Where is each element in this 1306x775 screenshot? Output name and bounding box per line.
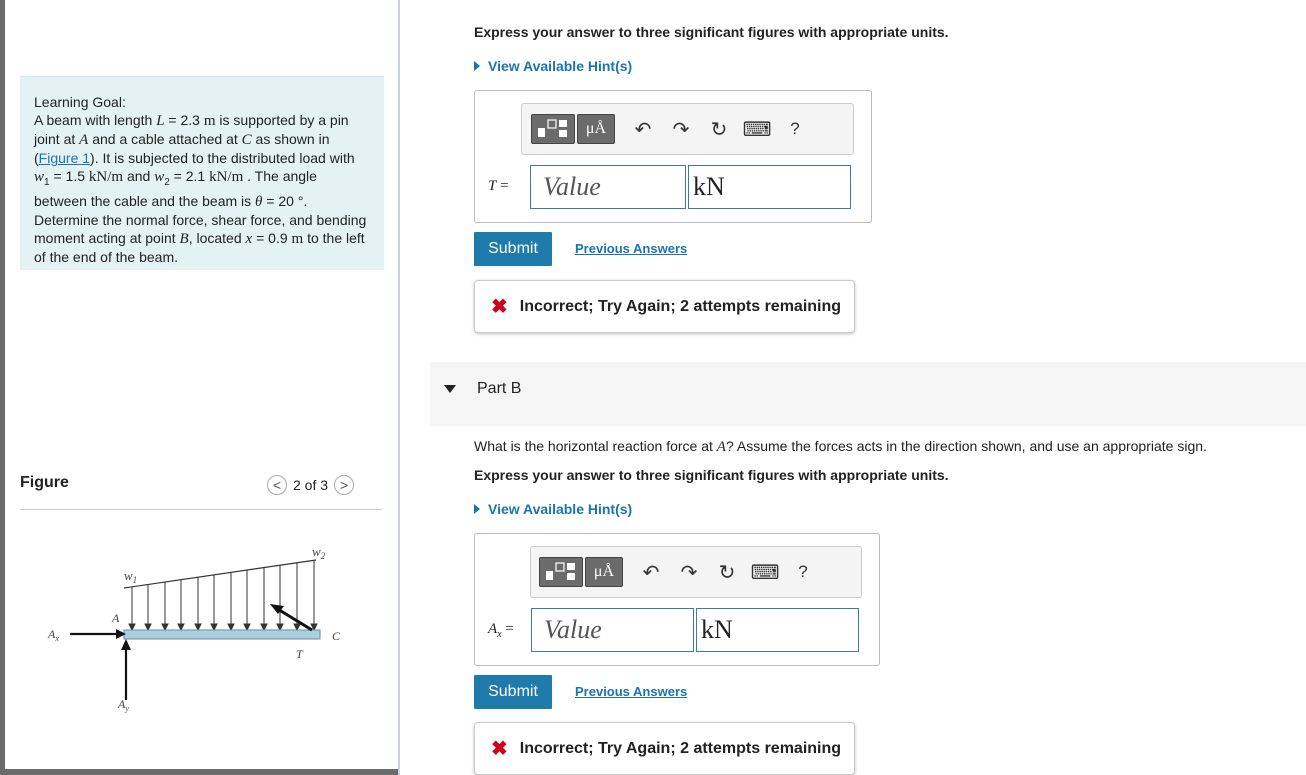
x-mark-icon: ✖: [491, 738, 508, 760]
undo-icon[interactable]: ↶: [633, 560, 669, 585]
part-b-submit-button[interactable]: Submit: [474, 675, 552, 709]
reset-icon[interactable]: ↻: [709, 560, 745, 585]
svg-text:Ax: Ax: [47, 627, 59, 643]
part-b-feedback-text: Incorrect; Try Again; 2 attempts remaini…: [519, 739, 842, 757]
part-b-previous-answers-link[interactable]: Previous Answers: [575, 684, 687, 699]
learning-goal-text: A beam with length L = 2.3 m is supporte…: [34, 112, 367, 265]
window-bottom-border: [0, 769, 400, 775]
point-a-label: A: [111, 611, 120, 625]
next-figure-button[interactable]: >: [334, 475, 355, 495]
keyboard-icon[interactable]: ⌨: [739, 117, 775, 142]
part-a-submit-button[interactable]: Submit: [474, 232, 552, 266]
part-b-hint-label: View Available Hint(s): [488, 501, 633, 517]
w2-label: w: [312, 544, 321, 559]
keyboard-icon[interactable]: ⌨: [747, 560, 783, 585]
figure-page-indicator: 2 of 3: [293, 477, 329, 493]
caret-right-icon: [474, 61, 480, 71]
units-button[interactable]: μÅ: [577, 114, 615, 144]
part-a-value-input[interactable]: Value: [530, 165, 686, 209]
part-a-math-toolbar: μÅ ↶ ↷ ↻ ⌨ ?: [521, 103, 854, 155]
reset-icon[interactable]: ↻: [701, 117, 737, 142]
prev-figure-button[interactable]: <: [267, 475, 287, 495]
redo-icon[interactable]: ↷: [663, 117, 699, 142]
beam-figure: w1 w2 A Ax Ay T C: [47, 544, 341, 713]
figure-pager: < 2 of 3 >: [267, 475, 355, 495]
part-b-title: Part B: [477, 380, 522, 397]
svg-text:Ay: Ay: [117, 697, 129, 713]
part-a-hint-toggle[interactable]: View Available Hint(s): [474, 58, 632, 74]
part-a-variable-label: T =: [488, 178, 509, 194]
part-a-previous-answers-link[interactable]: Previous Answers: [575, 241, 687, 256]
part-a-unit-input[interactable]: kN: [688, 165, 851, 209]
point-c-label: C: [332, 629, 341, 643]
caret-down-icon[interactable]: [444, 384, 456, 394]
part-b-header[interactable]: [430, 362, 1306, 426]
part-a-feedback: ✖ Incorrect; Try Again; 2 attempts remai…: [474, 280, 855, 333]
caret-right-icon: [474, 504, 480, 514]
chevron-left-icon: <: [272, 477, 282, 493]
w1-label: w: [124, 568, 133, 583]
help-button[interactable]: ?: [777, 119, 813, 139]
figure-divider: [20, 509, 382, 510]
svg-text:w1: w1: [124, 568, 137, 585]
part-b-question: What is the horizontal reaction force at…: [474, 438, 1207, 455]
pane-divider[interactable]: [398, 0, 400, 775]
part-a-feedback-text: Incorrect; Try Again; 2 attempts remaini…: [519, 297, 842, 315]
part-b-unit-input[interactable]: kN: [696, 608, 859, 652]
figure-link[interactable]: Figure 1: [39, 150, 90, 166]
part-b-math-toolbar: μÅ ↶ ↷ ↻ ⌨ ?: [530, 546, 862, 598]
learning-goal-title: Learning Goal:: [34, 94, 126, 110]
part-b-hint-toggle[interactable]: View Available Hint(s): [474, 501, 632, 517]
part-b-value-input[interactable]: Value: [531, 608, 694, 652]
x-mark-icon: ✖: [491, 296, 508, 318]
svg-text:w2: w2: [312, 544, 326, 561]
template-button[interactable]: [539, 557, 583, 587]
part-b-variable-label: Ax =: [488, 621, 514, 640]
fraction-template-icon: [538, 119, 567, 137]
chevron-right-icon: >: [339, 477, 349, 493]
part-a-instructions: Express your answer to three significant…: [474, 24, 949, 40]
fraction-template-icon: [546, 562, 575, 580]
part-b-feedback: ✖ Incorrect; Try Again; 2 attempts remai…: [474, 722, 855, 775]
undo-icon[interactable]: ↶: [625, 117, 661, 142]
redo-icon[interactable]: ↷: [671, 560, 707, 585]
tension-label: T: [296, 647, 304, 661]
units-button[interactable]: μÅ: [585, 557, 623, 587]
help-button[interactable]: ?: [785, 562, 821, 582]
learning-goal-panel: Learning Goal: A beam with length L = 2.…: [20, 76, 384, 270]
part-b-instructions: Express your answer to three significant…: [474, 467, 949, 483]
figure-heading: Figure: [20, 474, 69, 491]
window-left-border: [0, 0, 5, 775]
template-button[interactable]: [531, 114, 575, 144]
part-a-hint-label: View Available Hint(s): [488, 58, 633, 74]
